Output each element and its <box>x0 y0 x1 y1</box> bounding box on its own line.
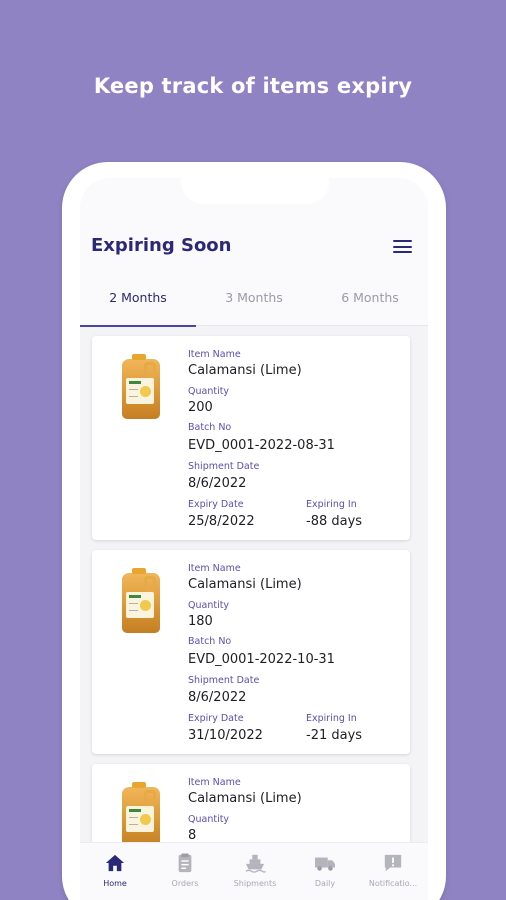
nav-orders[interactable]: Orders <box>150 853 220 888</box>
item-name-label: Item Name <box>188 349 241 360</box>
tab-bar: 2 Months 3 Months 6 Months <box>80 274 428 327</box>
quantity-label: Quantity <box>188 386 230 397</box>
item-name-label: Item Name <box>188 777 241 788</box>
nav-home-label: Home <box>103 879 127 888</box>
tab-2-months[interactable]: 2 Months <box>80 274 196 327</box>
truck-icon <box>315 857 335 871</box>
nav-home[interactable]: Home <box>80 853 150 888</box>
expiring-in-label: Expiring In <box>306 499 357 510</box>
batch-no-value: EVD_0001-2022-08-31 <box>188 438 335 453</box>
expiring-in-value: -21 days <box>306 728 363 743</box>
shipment-date-label: Shipment Date <box>188 675 260 686</box>
clipboard-icon <box>178 853 192 873</box>
item-name-value: Calamansi (Lime) <box>188 791 302 806</box>
expiry-date-value: 31/10/2022 <box>188 728 263 743</box>
alert-message-icon <box>384 854 402 872</box>
hamburger-menu-icon[interactable] <box>393 240 412 253</box>
expiring-in-label: Expiring In <box>306 713 357 724</box>
item-card[interactable]: Item Name Calamansi (Lime) Quantity 200 … <box>92 336 410 540</box>
product-image <box>120 782 164 850</box>
nav-daily[interactable]: Daily <box>290 853 360 888</box>
product-image <box>120 568 164 636</box>
nav-notifications-label: Notificatio... <box>368 879 418 888</box>
batch-no-label: Batch No <box>188 422 232 433</box>
batch-no-value: EVD_0001-2022-10-31 <box>188 652 335 667</box>
item-card[interactable]: Item Name Calamansi (Lime) Quantity 180 … <box>92 550 410 754</box>
quantity-label: Quantity <box>188 814 230 825</box>
tab-6-months[interactable]: 6 Months <box>312 274 428 326</box>
expiry-date-value: 25/8/2022 <box>188 514 255 529</box>
expiring-in-value: -88 days <box>306 514 363 529</box>
nav-orders-label: Orders <box>171 879 199 888</box>
item-name-label: Item Name <box>188 563 241 574</box>
batch-no-label: Batch No <box>188 636 232 647</box>
expiry-date-label: Expiry Date <box>188 713 244 724</box>
nav-notifications[interactable]: Notificatio... <box>358 853 428 888</box>
shipment-date-value: 8/6/2022 <box>188 690 247 705</box>
ship-icon <box>245 854 266 873</box>
phone-notch <box>181 178 329 204</box>
nav-daily-label: Daily <box>314 879 336 888</box>
shipment-date-label: Shipment Date <box>188 461 260 472</box>
product-image <box>120 354 164 422</box>
home-icon <box>105 854 125 872</box>
quantity-value: 200 <box>188 400 213 415</box>
item-name-value: Calamansi (Lime) <box>188 577 302 592</box>
quantity-value: 8 <box>188 828 197 843</box>
nav-shipments[interactable]: Shipments <box>220 853 290 888</box>
headline: Keep track of items expiry <box>93 74 413 98</box>
item-name-value: Calamansi (Lime) <box>188 363 302 378</box>
app-screen: Expiring Soon 2 Months 3 Months 6 Months… <box>80 178 428 900</box>
quantity-label: Quantity <box>188 600 230 611</box>
tab-3-months[interactable]: 3 Months <box>196 274 312 326</box>
shipment-date-value: 8/6/2022 <box>188 476 247 491</box>
quantity-value: 180 <box>188 614 213 629</box>
page-title: Expiring Soon <box>91 235 232 256</box>
bottom-navigation: Home Orders Shipments Daily Notificatio.… <box>80 842 428 900</box>
expiry-date-label: Expiry Date <box>188 499 244 510</box>
nav-shipments-label: Shipments <box>233 879 277 888</box>
